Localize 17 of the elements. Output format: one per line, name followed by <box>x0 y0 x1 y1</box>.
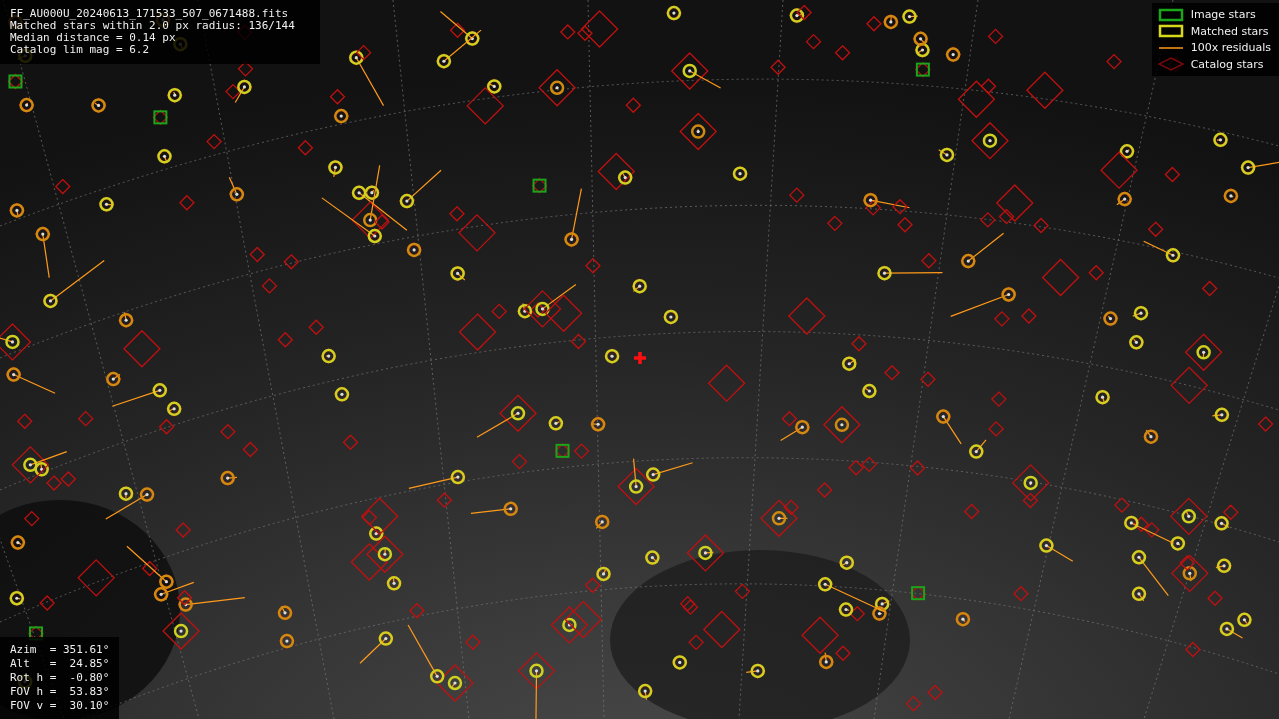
legend-label: 100x residuals <box>1190 41 1271 55</box>
legend-label: Matched stars <box>1190 24 1269 38</box>
legend-label: Image stars <box>1190 8 1256 22</box>
catalog-star-swatch-icon <box>1157 57 1184 72</box>
info-line: Matched stars within 2.0 px radius: 136/144 <box>10 20 296 32</box>
info-line: FF_AU000U_20240613_171533_507_0671488.fits <box>10 8 290 20</box>
pointing-line: FOV v = 30.10° <box>10 699 110 713</box>
matched-star-swatch-icon <box>1157 24 1184 39</box>
image-star-swatch-icon <box>1157 7 1184 22</box>
pointing-line: Azim = 351.61° <box>10 643 110 657</box>
pointing-line: FOV h = 53.83° <box>10 685 110 699</box>
pointing-line: Alt = 24.85° <box>10 657 110 671</box>
pointing-line: Rot h = -0.80° <box>10 671 110 685</box>
info-line: Catalog lim mag = 6.2 <box>10 44 151 56</box>
residual-line-swatch-icon <box>1157 46 1184 49</box>
info-line: Median distance = 0.14 px <box>10 32 177 44</box>
legend-label: Catalog stars <box>1190 57 1264 71</box>
